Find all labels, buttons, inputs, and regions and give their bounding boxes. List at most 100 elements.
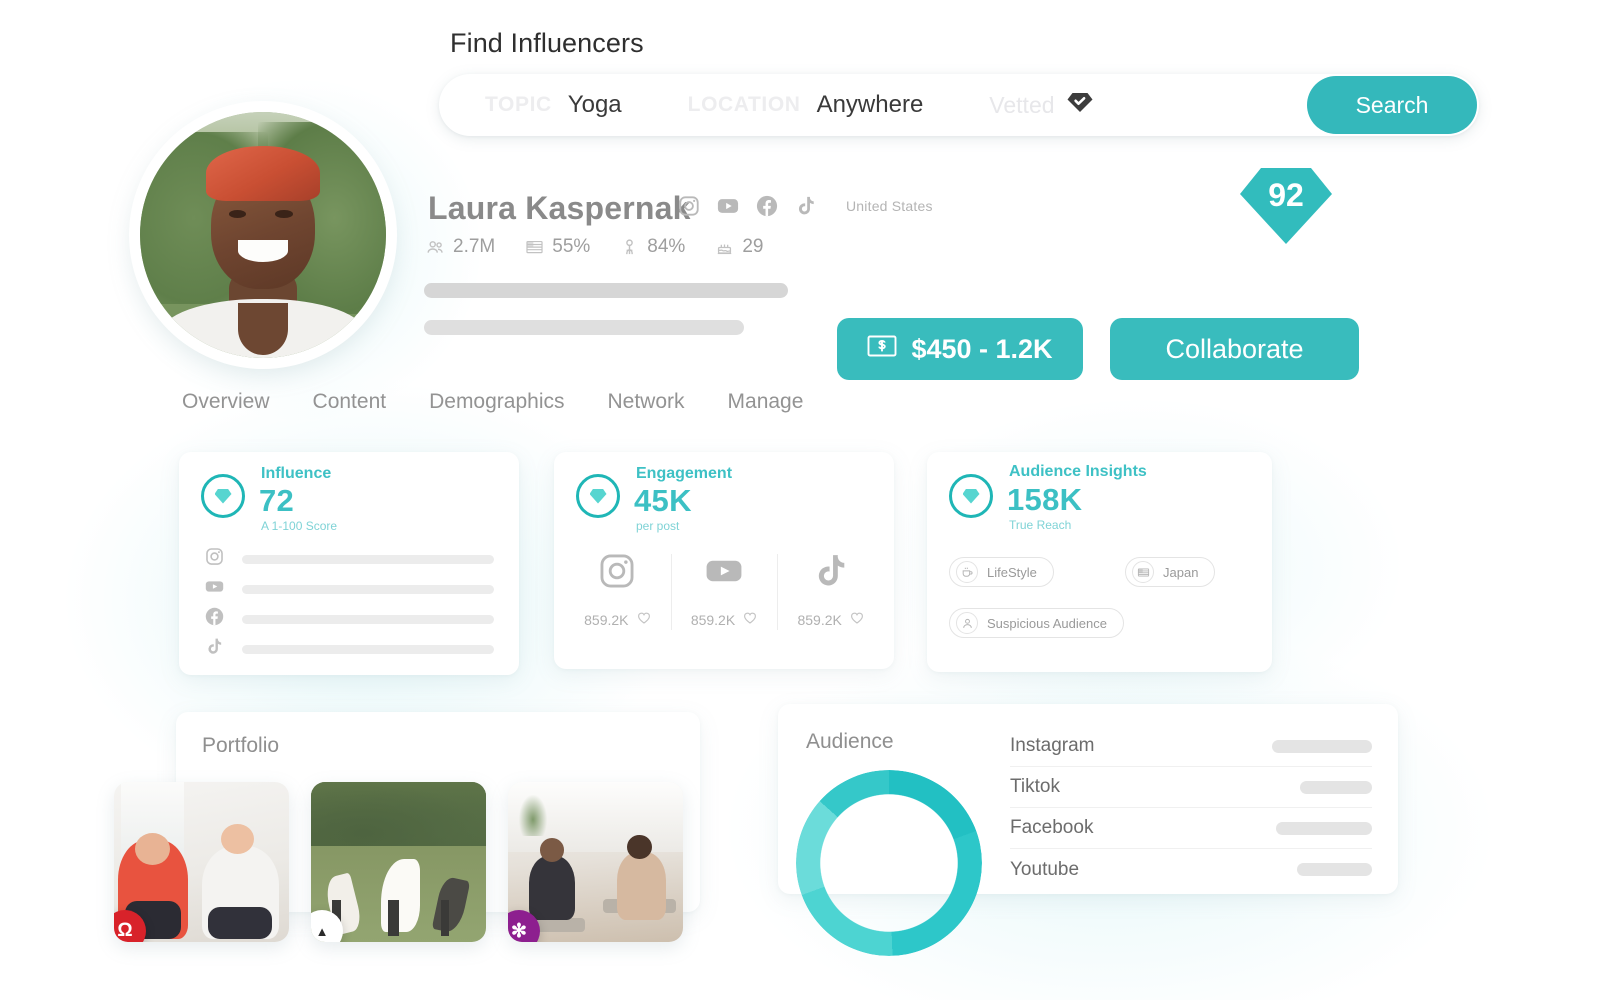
engagement-col-tiktok: 859.2K	[777, 552, 884, 630]
country-label: United States	[846, 198, 933, 214]
portfolio-photo-class[interactable]: ✻	[508, 782, 683, 942]
engagement-value-instagram: 859.2K	[584, 611, 629, 628]
audience-row-bar	[1272, 739, 1372, 753]
tab-network[interactable]: Network	[608, 390, 685, 414]
engagement-value: 45K	[634, 483, 692, 518]
insight-chip-suspicious-audience[interactable]: Suspicious Audience	[949, 608, 1124, 638]
tiktok-icon	[205, 637, 224, 661]
insights-subtitle: True Reach	[1009, 518, 1072, 532]
profile-avatar	[140, 112, 386, 358]
influence-value: 72	[259, 483, 295, 518]
bio-placeholder-line	[424, 320, 744, 335]
instagram-icon	[598, 552, 636, 595]
gem-circle-icon	[576, 474, 620, 518]
location-value: Anywhere	[816, 91, 924, 118]
engagement-subtitle: per post	[636, 519, 680, 533]
stat-followers: 2.7M	[426, 236, 495, 258]
audience-donut-chart	[796, 770, 982, 956]
chip-label: LifeStyle	[987, 564, 1037, 580]
search-topic-field[interactable]: TOPIC Yoga	[485, 91, 622, 119]
stat-age: 29	[715, 236, 763, 258]
page-title: Find Influencers	[450, 28, 644, 58]
list-item[interactable]: Facebook	[1010, 808, 1372, 849]
audience-row-label: Facebook	[1010, 817, 1094, 838]
youtube-icon[interactable]	[717, 195, 739, 217]
portfolio-photo-park[interactable]: ▲	[311, 782, 486, 942]
facebook-icon[interactable]	[756, 195, 778, 217]
collaborate-button[interactable]: Collaborate	[1110, 318, 1359, 380]
influence-card: Influence 72 A 1-100 Score	[179, 452, 519, 675]
search-location-field[interactable]: LOCATION Anywhere	[688, 91, 924, 119]
influence-bar-instagram	[205, 547, 494, 571]
audience-row-label: Instagram	[1010, 735, 1095, 756]
rate-button[interactable]: $450 - 1.2K	[837, 318, 1083, 380]
stat-country-share: 55%	[525, 236, 590, 258]
tiktok-icon[interactable]	[795, 195, 817, 217]
money-icon	[867, 334, 897, 365]
search-bar: TOPIC Yoga LOCATION Anywhere Vetted Sear…	[439, 74, 1479, 136]
gem-circle-icon	[201, 474, 245, 518]
audience-title: Audience	[806, 730, 894, 753]
audience-row-bar	[1276, 821, 1372, 835]
engagement-card: Engagement 45K per post 859.2K 859.2K 85…	[554, 452, 894, 669]
profile-stats: 2.7M 55% 84% 29	[426, 236, 763, 258]
audience-insights-card: Audience Insights 158K True Reach LifeSt…	[927, 452, 1272, 672]
influencer-score-badge: 92	[1239, 166, 1333, 246]
avatar[interactable]	[133, 105, 393, 365]
chip-label: Suspicious Audience	[987, 615, 1107, 631]
list-item[interactable]: Tiktok	[1010, 767, 1372, 808]
insight-chip-lifestyle[interactable]: LifeStyle	[949, 557, 1054, 587]
person-icon	[956, 612, 978, 634]
engagement-title: Engagement	[636, 465, 733, 482]
insights-title: Audience Insights	[1009, 463, 1147, 480]
insight-chip-japan[interactable]: Japan	[1125, 557, 1216, 587]
verified-diamond-icon	[1067, 92, 1093, 118]
tab-overview[interactable]: Overview	[182, 390, 270, 414]
influencer-name: Laura Kaspernak	[428, 190, 691, 226]
search-button[interactable]: Search	[1307, 76, 1477, 134]
facebook-icon	[205, 607, 224, 631]
vetted-label: Vetted	[989, 91, 1055, 118]
tab-demographics[interactable]: Demographics	[429, 390, 564, 414]
flag-icon	[1132, 561, 1154, 583]
influence-bar-facebook	[205, 607, 494, 631]
location-label: LOCATION	[687, 93, 801, 116]
list-item[interactable]: Instagram	[1010, 726, 1372, 767]
search-vetted-toggle[interactable]: Vetted	[989, 91, 1093, 119]
profile-tabs: Overview Content Demographics Network Ma…	[182, 390, 803, 414]
audience-row-label: Youtube	[1010, 858, 1080, 880]
instagram-icon	[205, 547, 224, 571]
audience-row-bar	[1297, 863, 1372, 876]
tiktok-icon	[812, 552, 850, 595]
engagement-value-youtube: 859.2K	[690, 611, 736, 628]
stat-value: 29	[742, 236, 764, 257]
youtube-icon	[705, 552, 743, 595]
insights-value: 158K	[1007, 482, 1083, 517]
influence-title: Influence	[261, 465, 332, 482]
topic-value: Yoga	[567, 91, 622, 118]
portfolio-gallery: Ω ▲ ✻	[114, 782, 683, 942]
portfolio-title: Portfolio	[202, 734, 280, 757]
portfolio-photo-studio[interactable]: Ω	[114, 782, 289, 942]
stat-value: 84%	[647, 236, 686, 257]
heart-icon	[743, 611, 757, 628]
tab-content[interactable]: Content	[313, 390, 387, 414]
coffee-icon	[956, 561, 978, 583]
instagram-icon[interactable]	[678, 195, 700, 217]
tab-manage[interactable]: Manage	[728, 390, 804, 414]
gem-circle-icon	[949, 474, 993, 518]
influence-subtitle: A 1-100 Score	[261, 519, 338, 533]
heart-icon	[850, 611, 864, 628]
social-links: United States	[678, 195, 933, 217]
engagement-value-tiktok: 859.2K	[797, 611, 842, 628]
stat-value: 2.7M	[453, 236, 496, 257]
audience-row-label: Tiktok	[1010, 776, 1060, 797]
audience-card: Audience Instagram Tiktok Facebook Youtu…	[778, 704, 1398, 956]
rate-label: $450 - 1.2K	[911, 333, 1053, 364]
topic-label: TOPIC	[485, 93, 552, 116]
list-item[interactable]: Youtube	[1010, 849, 1372, 890]
youtube-icon	[205, 577, 224, 601]
bio-placeholder-line	[424, 283, 788, 298]
audience-platform-list: Instagram Tiktok Facebook Youtube	[1010, 726, 1372, 890]
score-value: 92	[1268, 177, 1304, 213]
